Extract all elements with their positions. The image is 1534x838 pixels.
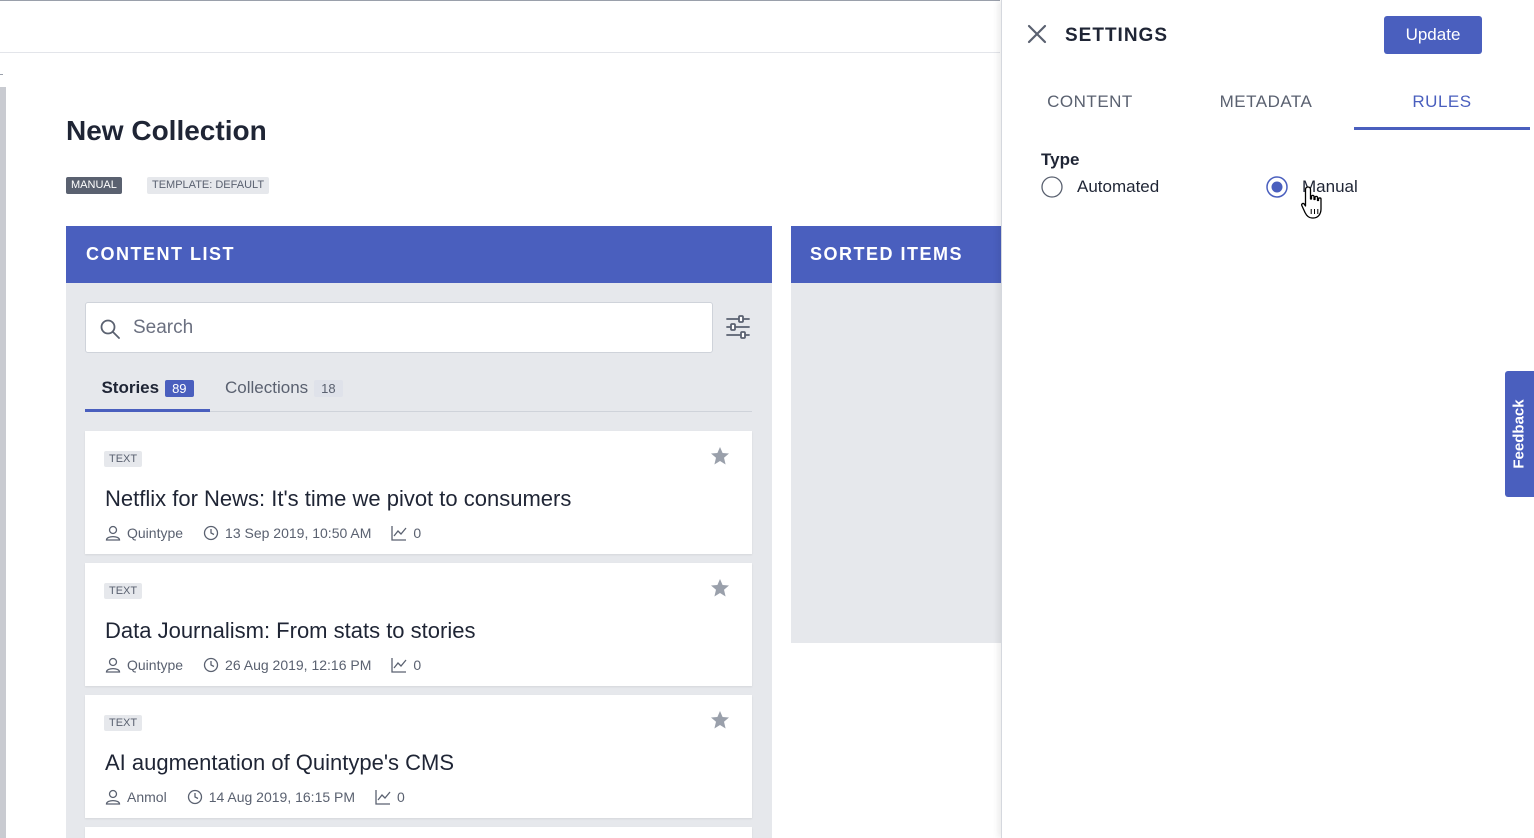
feedback-label: Feedback — [1510, 399, 1528, 469]
story-author-name: Quintype — [127, 657, 184, 673]
page-title: New Collection — [66, 115, 267, 146]
story-date-text: 26 Aug 2019, 12:16 PM — [225, 657, 372, 673]
story-title[interactable]: Netflix for News: It's time we pivot to … — [105, 486, 571, 512]
chart-icon — [391, 658, 407, 673]
sorted-items-panel[interactable] — [791, 283, 1001, 643]
tab-stories[interactable]: Stories 89 — [85, 365, 210, 412]
story-type-badge: TEXT — [104, 583, 143, 599]
star-icon[interactable] — [710, 446, 730, 466]
update-button[interactable]: Update — [1384, 16, 1482, 54]
story-meta: Quintype 13 Sep 2019, 10:50 AM 0 — [105, 525, 421, 541]
story-card[interactable]: TEXT Data Journalism: From stats to stor… — [85, 563, 752, 686]
feedback-tab[interactable]: Feedback — [1505, 371, 1534, 497]
tab-settings-metadata[interactable]: METADATA — [1198, 92, 1334, 130]
search-icon — [100, 319, 120, 339]
filter-icon[interactable] — [725, 314, 751, 340]
chart-icon — [391, 526, 407, 541]
story-author-name: Quintype — [127, 525, 184, 541]
content-tabs: Stories 89 Collections 18 — [85, 365, 752, 412]
search-box[interactable] — [85, 302, 713, 353]
story-views: 0 — [375, 789, 405, 805]
story-views: 0 — [391, 525, 421, 541]
tab-collections-count: 18 — [314, 379, 343, 397]
settings-title: SETTINGS — [1065, 25, 1169, 46]
story-type-badge: TEXT — [104, 451, 143, 467]
radio-checked-icon[interactable] — [1266, 176, 1288, 198]
story-date: 26 Aug 2019, 12:16 PM — [203, 657, 371, 673]
content-list-header: CONTENT LIST — [66, 226, 772, 283]
story-views-count: 0 — [413, 525, 422, 541]
story-card[interactable]: TEXT Netflix for News: It's time we pivo… — [85, 431, 752, 554]
chart-icon — [375, 790, 391, 805]
clock-icon — [187, 789, 202, 805]
tab-settings-rules[interactable]: RULES — [1354, 92, 1530, 130]
tab-stories-label: Stories — [101, 378, 160, 397]
radio-automated[interactable]: Automated — [1041, 176, 1159, 198]
story-card[interactable]: TEXT AI augmentation of Quintype's CMS A… — [85, 695, 752, 818]
top-bar — [0, 0, 1000, 53]
story-date-text: 13 Sep 2019, 10:50 AM — [225, 525, 372, 541]
tab-collections[interactable]: Collections 18 — [225, 365, 343, 411]
story-views-count: 0 — [413, 657, 422, 673]
story-author-name: Anmol — [127, 789, 167, 805]
user-icon — [105, 525, 121, 541]
template-badge: TEMPLATE: DEFAULT — [147, 177, 270, 194]
radio-automated-label: Automated — [1077, 177, 1160, 196]
search-input[interactable] — [133, 311, 693, 344]
story-title[interactable]: AI augmentation of Quintype's CMS — [105, 750, 454, 776]
settings-drawer: SETTINGS Update CONTENT METADATA RULES T… — [1001, 0, 1534, 838]
tab-stories-count: 89 — [165, 379, 194, 397]
clock-icon — [203, 525, 219, 541]
tab-settings-content[interactable]: CONTENT — [1022, 92, 1158, 130]
user-icon — [105, 789, 121, 805]
close-icon[interactable] — [1026, 23, 1048, 45]
story-meta: Quintype 26 Aug 2019, 12:16 PM 0 — [105, 657, 421, 673]
story-meta: Anmol 14 Aug 2019, 16:15 PM 0 — [105, 789, 405, 805]
sorted-items-header: SORTED ITEMS — [791, 226, 1001, 283]
type-label: Type — [1041, 150, 1080, 169]
clock-icon — [203, 657, 219, 673]
story-date-text: 14 Aug 2019, 16:15 PM — [208, 789, 356, 805]
story-title[interactable]: Data Journalism: From stats to stories — [105, 618, 475, 644]
story-views-count: 0 — [397, 789, 405, 805]
tab-collections-label: Collections — [225, 378, 309, 397]
left-edge-tick — [0, 74, 3, 75]
cursor-hand-icon — [1301, 186, 1322, 219]
story-date: 13 Sep 2019, 10:50 AM — [203, 525, 371, 541]
story-card-partial[interactable] — [85, 827, 752, 838]
user-icon — [105, 657, 121, 673]
story-author: Anmol — [105, 789, 167, 805]
collection-type-badge: MANUAL — [66, 177, 122, 194]
story-type-badge: TEXT — [104, 715, 143, 731]
star-icon[interactable] — [710, 710, 730, 730]
radio-unchecked-icon[interactable] — [1041, 176, 1063, 198]
left-edge-bar — [0, 87, 6, 838]
story-author: Quintype — [105, 657, 183, 673]
story-date: 14 Aug 2019, 16:15 PM — [187, 789, 355, 805]
story-views: 0 — [391, 657, 421, 673]
star-icon[interactable] — [710, 578, 730, 598]
story-author: Quintype — [105, 525, 183, 541]
